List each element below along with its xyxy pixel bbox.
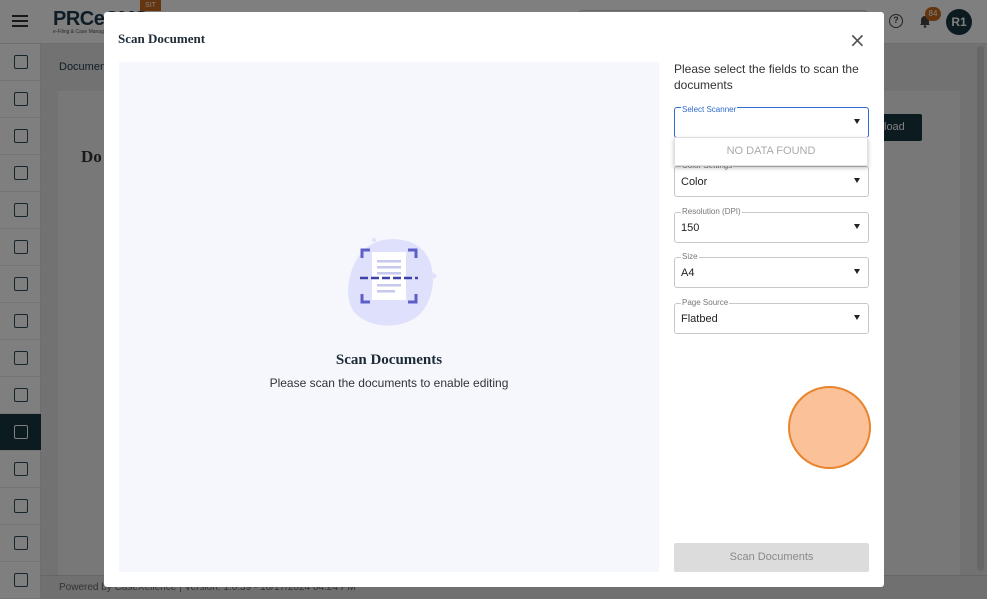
scan-document-illustration (348, 238, 437, 326)
scan-document-dialog: Scan Document × Scan Documents Please sc… (104, 12, 884, 587)
caret-down-icon (854, 224, 860, 229)
scan-preview-area: Scan Documents Please scan the documents… (119, 62, 659, 572)
preview-subtitle: Please scan the documents to enable edit… (269, 376, 509, 390)
field-value: 150 (681, 222, 700, 234)
field-label: Resolution (DPI) (681, 207, 742, 217)
caret-down-icon (854, 269, 860, 274)
caret-down-icon (854, 178, 860, 183)
field-value: A4 (681, 267, 695, 279)
resolution-dropdown[interactable]: Resolution (DPI) 150 (674, 207, 869, 243)
field-label: Select Scanner (681, 105, 738, 115)
field-label: Size (681, 252, 699, 262)
scan-instructions: Please select the fields to scan the doc… (674, 62, 859, 92)
close-icon[interactable]: × (849, 30, 866, 50)
field-value: Color (681, 176, 708, 188)
preview-title: Scan Documents (335, 352, 443, 368)
scanner-options-empty: NO DATA FOUND (674, 137, 868, 166)
dialog-title: Scan Document (118, 31, 206, 46)
page-source-dropdown[interactable]: Page Source Flatbed (674, 298, 869, 334)
touch-indicator (788, 386, 871, 469)
size-dropdown[interactable]: Size A4 (674, 252, 869, 288)
scan-documents-button[interactable]: Scan Documents (674, 543, 869, 572)
caret-down-icon (854, 119, 860, 124)
color-settings-dropdown[interactable]: Color Settings Color (674, 161, 869, 197)
select-scanner-dropdown[interactable]: Select Scanner (674, 105, 869, 138)
field-value: Flatbed (681, 313, 718, 325)
caret-down-icon (854, 315, 860, 320)
field-label: Page Source (681, 298, 730, 308)
